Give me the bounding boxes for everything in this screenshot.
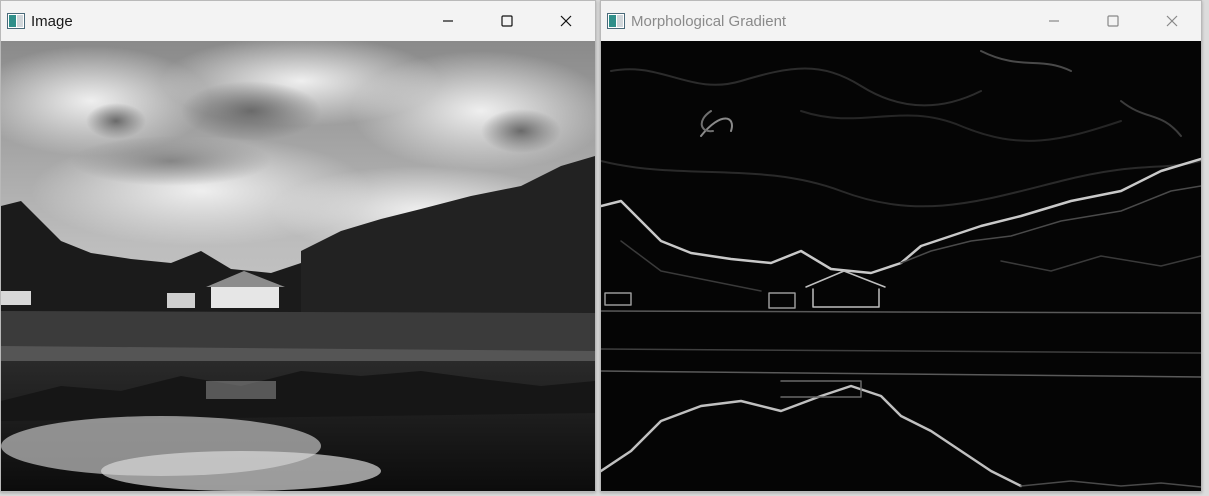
image-canvas[interactable] [1, 41, 595, 491]
close-icon [560, 15, 571, 27]
grayscale-landscape-image [1, 41, 595, 491]
close-icon [1166, 15, 1177, 27]
maximize-button[interactable] [477, 1, 536, 41]
minimize-button[interactable] [1024, 1, 1083, 41]
maximize-button[interactable] [1083, 1, 1142, 41]
window-controls [418, 1, 595, 41]
minimize-icon [442, 20, 453, 22]
maximize-icon [1106, 15, 1119, 27]
image-canvas[interactable] [601, 41, 1201, 491]
window-title: Morphological Gradient [631, 12, 787, 30]
edge-gradient-image [601, 41, 1201, 491]
close-button[interactable] [1142, 1, 1201, 41]
image-window[interactable]: Image [0, 0, 596, 492]
title-bar[interactable]: Morphological Gradient [601, 1, 1201, 41]
maximize-icon [500, 15, 513, 27]
close-button[interactable] [536, 1, 595, 41]
minimize-icon [1048, 20, 1059, 22]
app-icon [607, 13, 625, 29]
window-title: Image [31, 12, 73, 30]
window-controls [1024, 1, 1201, 41]
minimize-button[interactable] [418, 1, 477, 41]
title-bar[interactable]: Image [1, 1, 595, 41]
app-icon [7, 13, 25, 29]
gradient-window[interactable]: Morphological Gradient [600, 0, 1202, 492]
